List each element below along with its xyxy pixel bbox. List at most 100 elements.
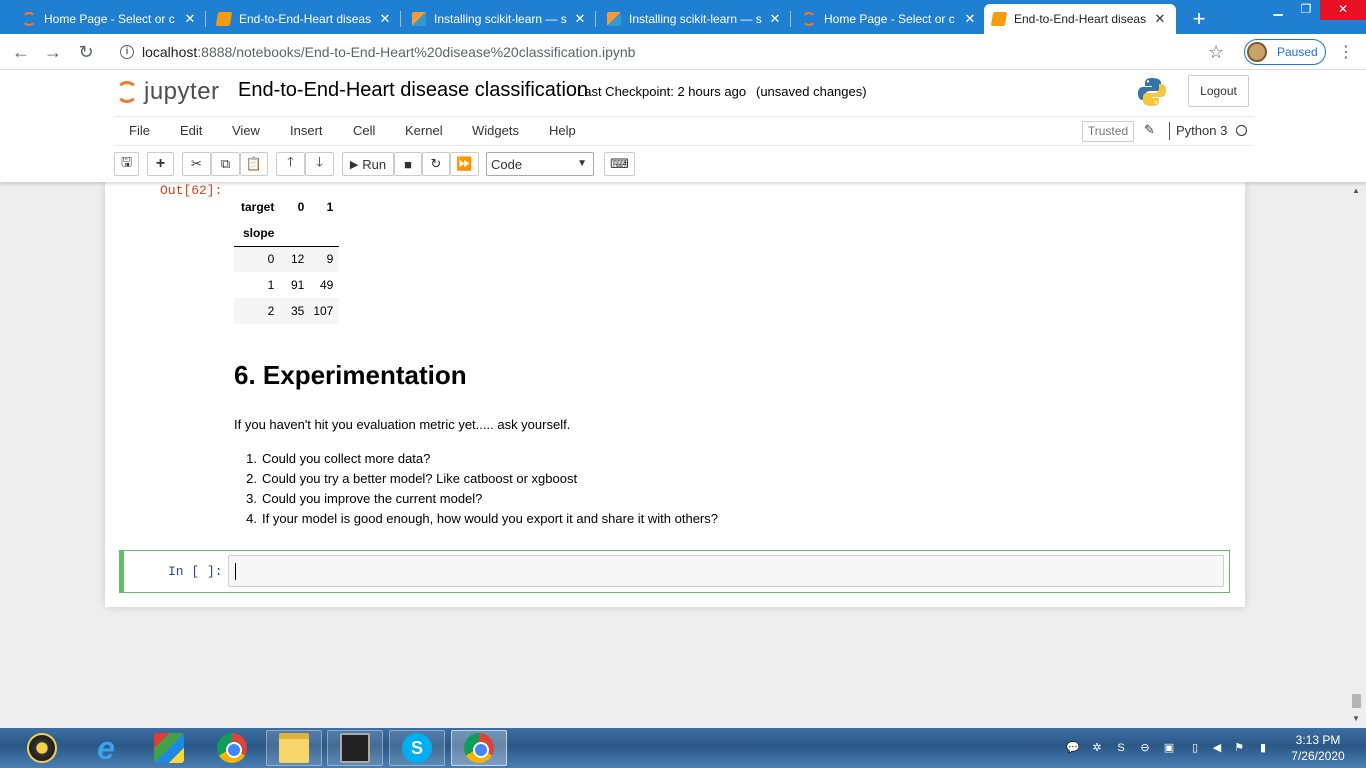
menu-file[interactable]: File [129, 123, 150, 138]
taskbar-ie[interactable]: e [78, 730, 134, 766]
taskbar-command-prompt[interactable] [327, 730, 383, 766]
clock[interactable]: 3:13 PM 7/26/2020 [1280, 732, 1356, 764]
close-icon[interactable]: ✕ [572, 11, 588, 27]
jupyter-logo[interactable]: jupyter [116, 78, 220, 106]
markdown-list: 1. Could you collect more data? 2. Could y… [234, 449, 718, 529]
menu-kernel[interactable]: Kernel [405, 123, 443, 138]
row-index: 2 [267, 304, 275, 318]
arrow-down-icon: 🡓 [316, 154, 323, 169]
menu-help[interactable]: Help [549, 123, 576, 138]
taskbar-chrome-active[interactable] [451, 730, 507, 766]
cut-button[interactable]: ✂ [182, 152, 211, 176]
arrow-up-icon: 🡑 [287, 154, 294, 169]
browser-tab[interactable]: Installing scikit-learn — s ✕ [404, 4, 596, 34]
checkpoint-status: Last Checkpoint: 2 hours ago [577, 84, 747, 99]
clock-time: 3:13 PM [1295, 733, 1341, 747]
bookmark-star-icon[interactable]: ☆ [1208, 42, 1224, 63]
browser-tab[interactable]: Home Page - Select or c ✕ [14, 4, 206, 34]
taskbar-chrome[interactable] [204, 730, 260, 766]
menu-insert[interactable]: Insert [290, 123, 323, 138]
back-button[interactable]: ← [10, 41, 32, 63]
pencil-icon[interactable]: ✎ [1144, 122, 1155, 138]
paste-button[interactable]: 📋 [240, 152, 268, 176]
menu-cell[interactable]: Cell [353, 123, 375, 138]
battery-icon[interactable]: ▯ [1188, 741, 1202, 755]
browser-tab-active[interactable]: End-to-End-Heart diseas ✕ [984, 4, 1176, 34]
autosave-status: (unsaved changes) [756, 84, 867, 99]
table-cell: 91 [290, 278, 305, 292]
logout-button[interactable]: Logout [1188, 75, 1249, 107]
display-icon[interactable]: ▣ [1162, 741, 1176, 755]
action-center-icon[interactable]: ⚑ [1232, 741, 1246, 755]
command-palette-button[interactable]: ⌨ [604, 152, 635, 176]
code-cell-selected[interactable]: In [ ]: [119, 550, 1230, 593]
step-forward-icon: ▶ [349, 158, 359, 171]
taskbar-file-explorer[interactable] [266, 730, 322, 766]
skype-tray-icon[interactable]: S [1114, 741, 1128, 755]
scroll-down-arrow[interactable]: ▼ [1352, 714, 1360, 723]
info-icon[interactable]: i [120, 45, 134, 59]
copy-button[interactable]: ⧉ [211, 152, 240, 176]
cell-type-select[interactable]: Code ▼ [486, 152, 594, 176]
browser-tab[interactable]: Installing scikit-learn — s ✕ [599, 4, 791, 34]
sklearn-icon [607, 12, 621, 26]
restart-button[interactable]: ↻ [422, 152, 450, 176]
notebook-title[interactable]: End-to-End-Heart disease classification [238, 79, 588, 102]
window-close-button[interactable]: ✕ [1320, 0, 1366, 20]
row-index: 0 [267, 252, 275, 267]
maximize-button[interactable]: ❐ [1293, 0, 1319, 20]
more-menu-icon[interactable]: ⋮ [1338, 42, 1354, 62]
restart-run-all-button[interactable]: ⏩ [450, 152, 479, 176]
close-icon[interactable]: ✕ [377, 11, 393, 27]
trusted-badge[interactable]: Trusted [1082, 121, 1134, 142]
notebook-scroll-area[interactable]: Out[62]: target 0 1 slope 0 12 9 1 91 49 [0, 182, 1366, 728]
close-icon[interactable]: ✕ [767, 11, 783, 27]
markdown-heading: 6. Experimentation [234, 360, 467, 390]
network-tool-icon[interactable]: ✲ [1090, 741, 1104, 755]
jupyter-icon [802, 12, 816, 26]
scrollbar-thumb[interactable] [1352, 694, 1361, 708]
address-bar[interactable]: i localhost:8888/notebooks/End-to-End-He… [108, 39, 1234, 65]
input-prompt: In [ ]: [168, 564, 223, 579]
close-icon[interactable]: ✕ [962, 11, 978, 27]
forward-button[interactable]: → [42, 41, 64, 63]
taskbar-skype[interactable]: S [389, 730, 445, 766]
move-down-button[interactable]: 🡓 [305, 152, 334, 176]
profile-button[interactable]: Paused [1244, 39, 1326, 65]
menu-view[interactable]: View [232, 123, 260, 138]
chat-icon[interactable]: 💬 [1066, 741, 1080, 755]
close-icon[interactable]: ✕ [1152, 11, 1168, 27]
signal-icon[interactable]: ▮ [1256, 741, 1270, 755]
chrome-icon [464, 733, 494, 763]
menu-edit[interactable]: Edit [180, 123, 202, 138]
row-index: 1 [267, 278, 275, 292]
index-name: slope [234, 220, 281, 247]
minus-circle-icon[interactable]: ⊖ [1138, 741, 1152, 755]
reload-button[interactable]: ↻ [75, 41, 97, 63]
browser-tab[interactable]: End-to-End-Heart diseas ✕ [209, 4, 401, 34]
insert-cell-button[interactable]: + [147, 152, 174, 176]
interrupt-button[interactable]: ■ [394, 152, 422, 176]
scroll-up-arrow[interactable]: ▲ [1352, 186, 1360, 195]
column-header: 0 [297, 200, 305, 214]
notebook-menubar: File Edit View Insert Cell Kernel Widget… [114, 116, 1253, 146]
url-path: :8888/notebooks/End-to-End-Heart%20disea… [197, 44, 636, 60]
new-tab-button[interactable]: + [1187, 6, 1211, 32]
volume-icon[interactable]: ◀ [1210, 741, 1224, 755]
minimize-button[interactable]: ▁ [1265, 0, 1291, 20]
jupyter-logo-text: jupyter [144, 78, 220, 105]
browser-tab[interactable]: Home Page - Select or c ✕ [794, 4, 986, 34]
taskbar-photos[interactable] [141, 730, 197, 766]
jupyter-header: jupyter End-to-End-Heart disease classif… [0, 70, 1366, 182]
list-text: Could you try a better model? Like catbo… [262, 471, 578, 486]
tab-title: End-to-End-Heart diseas [1014, 12, 1147, 26]
save-button[interactable]: 🖫 [114, 152, 139, 176]
move-up-button[interactable]: 🡑 [276, 152, 305, 176]
code-editor[interactable] [228, 555, 1224, 587]
menu-widgets[interactable]: Widgets [472, 123, 519, 138]
start-button[interactable] [14, 730, 70, 766]
run-button[interactable]: ▶ Run [342, 152, 394, 176]
notebook-icon [215, 12, 233, 26]
avatar [1247, 42, 1267, 62]
close-icon[interactable]: ✕ [182, 11, 198, 27]
